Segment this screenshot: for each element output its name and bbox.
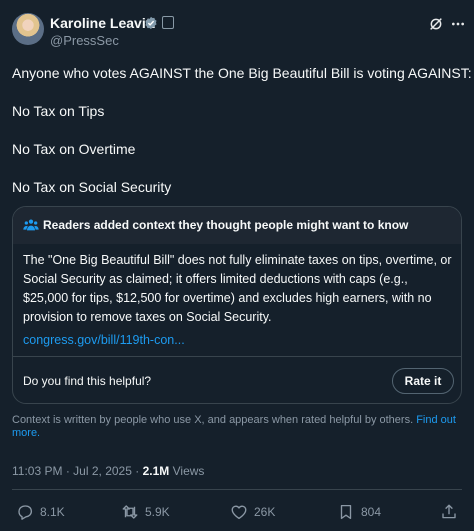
context-info: Context is written by people who use X, … [12, 414, 460, 440]
more-options-icon[interactable] [450, 16, 466, 32]
tweet-text-line: No Tax on Social Security [12, 179, 172, 195]
tweet-text-line: No Tax on Overtime [12, 141, 136, 157]
repost-button[interactable]: 5.9K [121, 503, 170, 521]
share-button[interactable] [440, 503, 458, 521]
community-note-source-link[interactable]: congress.gov/bill/119th-con... [23, 333, 185, 347]
bookmark-icon [340, 504, 352, 520]
helpful-question: Do you find this helpful? [23, 374, 152, 388]
reply-count: 8.1K [40, 505, 65, 519]
community-note-header: Readers added context they thought peopl… [13, 207, 461, 244]
divider [13, 356, 461, 357]
share-icon [442, 504, 456, 519]
divider [12, 489, 462, 490]
reply-button[interactable]: 8.1K [16, 503, 65, 521]
author-handle[interactable]: @PressSec [50, 33, 119, 48]
views-count: 2.1M [142, 464, 170, 478]
separator-dot: · [135, 464, 143, 478]
rate-it-button[interactable]: Rate it [392, 368, 454, 394]
bookmark-button[interactable]: 804 [337, 503, 381, 521]
readers-icon [23, 219, 39, 231]
grok-icon[interactable] [428, 16, 444, 32]
repost-icon [122, 505, 138, 519]
reply-icon [18, 505, 33, 520]
avatar[interactable] [12, 13, 44, 45]
tweet-text-line: No Tax on Tips [12, 103, 105, 119]
tweet-time[interactable]: 11:03 PM [12, 464, 62, 478]
context-info-text: Context is written by people who use X, … [12, 414, 414, 426]
views-label: Views [172, 464, 205, 478]
community-note: Readers added context they thought peopl… [12, 206, 462, 404]
like-count: 26K [254, 505, 276, 519]
community-note-body: The "One Big Beautiful Bill" does not fu… [23, 253, 452, 324]
bookmark-count: 804 [361, 505, 382, 519]
like-button[interactable]: 26K [230, 503, 275, 521]
tweet-date[interactable]: Jul 2, 2025 [73, 464, 132, 478]
author-name[interactable]: Karoline Leavitt [50, 15, 155, 31]
tweet-text-line: Anyone who votes AGAINST the One Big Bea… [12, 65, 472, 81]
tweet-meta: 11:03 PM · Jul 2, 2025 · 2.1M Views [12, 464, 204, 478]
repost-count: 5.9K [145, 505, 170, 519]
government-affiliation-icon [162, 16, 174, 29]
verified-badge-icon [145, 16, 157, 30]
heart-icon [231, 505, 247, 520]
community-note-title: Readers added context they thought peopl… [43, 218, 409, 232]
